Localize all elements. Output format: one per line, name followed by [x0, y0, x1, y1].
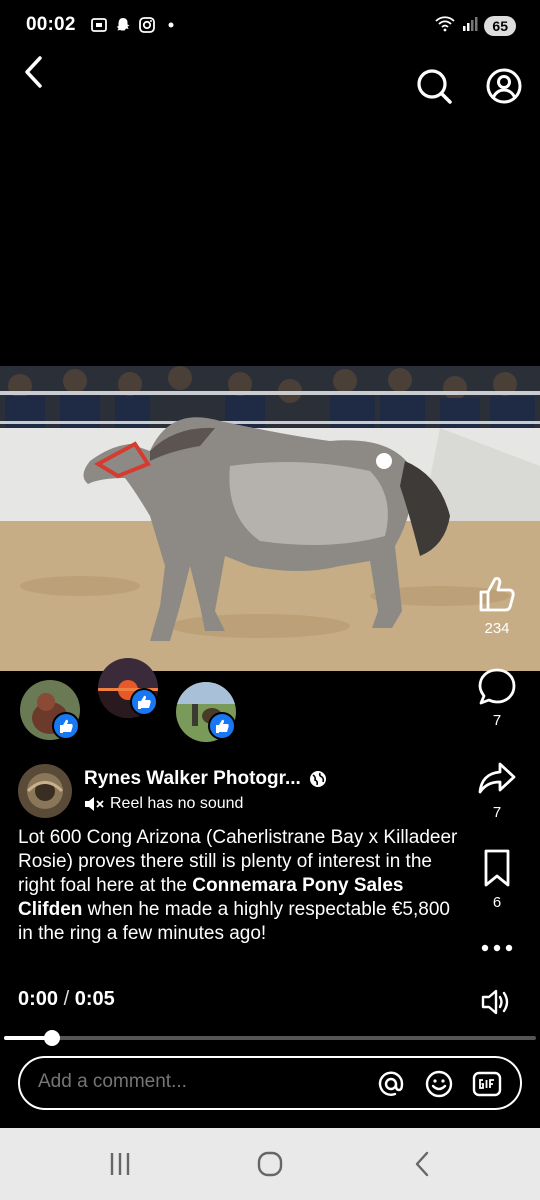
reactor-3[interactable]: [176, 682, 238, 744]
like-action[interactable]: 234: [468, 574, 526, 637]
comment-action[interactable]: 7: [468, 666, 526, 729]
playback-time: 0:00 / 0:05: [18, 988, 115, 1011]
time-separator: /: [63, 988, 70, 1010]
author-name[interactable]: Rynes Walker Photogr...: [84, 768, 327, 790]
system-nav-bar: [0, 1128, 540, 1200]
profile-icon: [486, 68, 522, 104]
shares-count: 7: [492, 804, 502, 821]
reactor-1[interactable]: [20, 680, 82, 742]
home-icon: [257, 1151, 283, 1177]
instagram-icon: [138, 16, 156, 34]
post-caption[interactable]: Lot 600 Cong Arizona (Caherlistrane Bay …: [18, 826, 458, 970]
profile-button[interactable]: [484, 66, 524, 106]
more-dots-icon: [481, 944, 513, 952]
sound-note-text: Reel has no sound: [110, 795, 244, 812]
reactor-2[interactable]: [98, 658, 160, 720]
reactor-avatars: [0, 658, 440, 748]
duration: 0:05: [74, 988, 115, 1010]
wifi-icon: [434, 14, 456, 37]
progress-thumb[interactable]: [43, 1030, 60, 1046]
author-avatar[interactable]: [18, 764, 72, 818]
bookmark-icon: [484, 849, 510, 887]
status-bar: 00:02 65: [0, 0, 540, 52]
globe-icon: [309, 771, 326, 787]
video-frame[interactable]: [0, 366, 540, 671]
recent-apps-button[interactable]: [100, 1148, 140, 1180]
gif-icon: [472, 1071, 502, 1097]
recent-apps-icon: [110, 1153, 130, 1175]
author-name-text: Rynes Walker Photogr...: [84, 768, 301, 789]
author-row: Rynes Walker Photogr... Reel has no soun…: [18, 764, 458, 824]
like-badge-icon: [130, 688, 158, 716]
likes-count: 234: [484, 620, 510, 637]
mention-button[interactable]: [376, 1069, 406, 1099]
chevron-left-icon: [25, 56, 42, 88]
status-right: 65: [434, 14, 516, 37]
back-arrow-icon: [415, 1151, 429, 1177]
signal-icon: [462, 14, 478, 37]
caption-text-2: when he made a highly respectable €5,800…: [18, 899, 450, 944]
search-icon: [417, 69, 452, 104]
volume-icon: [481, 989, 509, 1015]
comment-input[interactable]: [38, 1071, 338, 1093]
status-icons-left: [90, 16, 180, 34]
save-action[interactable]: 6: [468, 848, 526, 911]
saves-count: 6: [492, 894, 502, 911]
top-bar: [0, 52, 540, 116]
more-options-button[interactable]: [468, 938, 526, 958]
snapchat-icon: [114, 16, 132, 34]
comments-count: 7: [492, 712, 502, 729]
home-button[interactable]: [250, 1148, 290, 1180]
share-icon: [478, 762, 516, 794]
like-badge-icon: [52, 712, 80, 740]
current-time: 0:00: [18, 988, 59, 1010]
comment-box[interactable]: [18, 1056, 522, 1110]
thumbs-up-icon: [479, 577, 515, 612]
screenshot-icon: [90, 16, 108, 34]
volume-button[interactable]: [480, 986, 512, 1018]
share-action[interactable]: 7: [468, 758, 526, 821]
dot-icon: [162, 16, 180, 34]
status-time: 00:02: [26, 14, 76, 35]
back-button[interactable]: [14, 52, 54, 92]
emoji-button[interactable]: [424, 1069, 454, 1099]
gif-button[interactable]: [472, 1069, 502, 1099]
smiley-icon: [425, 1070, 453, 1098]
video-thumbnail: [0, 366, 540, 671]
system-back-button[interactable]: [402, 1148, 442, 1180]
progress-bar[interactable]: [4, 1030, 536, 1046]
at-sign-icon: [378, 1071, 404, 1096]
search-button[interactable]: [414, 66, 454, 106]
battery-indicator: 65: [484, 15, 516, 36]
comment-icon: [478, 668, 516, 705]
sound-note: Reel has no sound: [84, 795, 243, 813]
muted-speaker-icon: [85, 797, 104, 811]
like-badge-icon: [208, 712, 236, 740]
